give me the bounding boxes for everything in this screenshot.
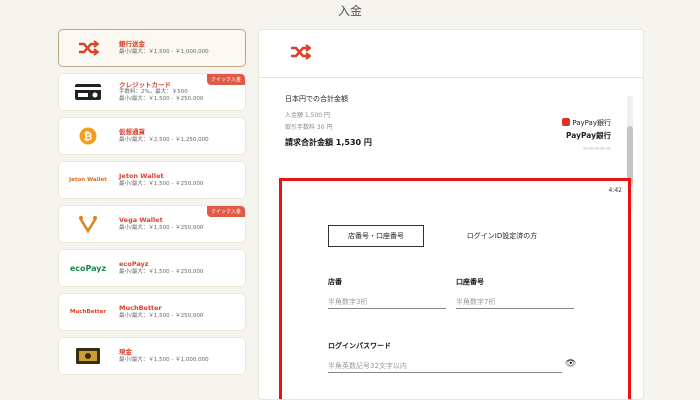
- method-fee: 手数料：2%，最大：￥500: [119, 89, 188, 96]
- method-limits: 最小/最大：￥1,500 - ￥250,000: [119, 312, 204, 319]
- method-bank-transfer[interactable]: 銀行送金 最小/最大：￥1,500 - ￥1,000,000: [58, 29, 246, 67]
- bitcoin-icon: ₿: [65, 123, 111, 149]
- branch-label: 店番: [328, 278, 342, 286]
- method-limits: 最小/最大：￥1,500 - ￥250,000: [119, 224, 204, 231]
- muchbetter-logo: MuchBetter: [65, 299, 111, 325]
- cash-icon: [65, 343, 111, 369]
- shuffle-icon: [65, 35, 111, 61]
- method-limits: 最小/最大：￥1,500 - ￥250,000: [119, 180, 204, 187]
- method-name: Jeton Wallet: [119, 171, 164, 180]
- eye-icon[interactable]: 👁: [565, 359, 576, 369]
- method-crypto[interactable]: ₿ 仮想通貨 最小/最大：￥2,500 - ￥1,250,000: [58, 117, 246, 155]
- method-limits: 最小/最大：￥1,500 - ￥1,000,000: [119, 48, 209, 55]
- method-name: MuchBetter: [119, 303, 162, 312]
- method-jeton-wallet[interactable]: Jeton Wallet Jeton Wallet 最小/最大：￥1,500 -…: [58, 161, 246, 199]
- method-name: 銀行送金: [119, 39, 145, 48]
- method-muchbetter[interactable]: MuchBetter MuchBetter 最小/最大：￥1,500 - ￥25…: [58, 293, 246, 331]
- credit-card-icon: [65, 79, 111, 105]
- summary-heading: 日本円での合計金額: [285, 95, 348, 103]
- password-input[interactable]: [328, 359, 562, 373]
- method-credit-card[interactable]: クイック入金 クレジットカード 手数料：2%，最大：￥500 最小/最大：￥1,…: [58, 73, 246, 111]
- svg-text:₿: ₿: [84, 130, 93, 143]
- quick-deposit-badge: クイック入金: [206, 74, 245, 85]
- paypay-brand: PayPay: [572, 119, 597, 127]
- paypay-brand-suffix: 銀行: [597, 119, 611, 127]
- scrollbar-thumb[interactable]: [627, 126, 633, 186]
- method-cash[interactable]: 現金 最小/最大：￥1,500 - ￥1,000,000: [58, 337, 246, 375]
- bank-name: PayPay銀行: [565, 131, 611, 140]
- jeton-logo-text: Jeton Wallet: [69, 177, 107, 183]
- account-number-label: 口座番号: [456, 278, 484, 286]
- amount-summary: 日本円での合計金額 入金額 1,500 円 取引手数料 30 円 請求合計金額 …: [285, 94, 625, 178]
- session-timer: 4:42: [608, 187, 622, 194]
- method-ecopayz[interactable]: ecoPayz ecoPayz 最小/最大：￥1,500 - ￥250,000: [58, 249, 246, 287]
- method-limits: 最小/最大：￥2,500 - ￥1,250,000: [119, 136, 209, 143]
- login-tabs: 店番号・口座番号 ログインID設定済の方: [328, 225, 552, 247]
- paypay-bank-info: PayPay銀行 PayPay銀行 ▬▬▬▬▬: [562, 118, 611, 152]
- payment-method-list: 銀行送金 最小/最大：￥1,500 - ￥1,000,000 クイック入金 クレ…: [58, 29, 246, 400]
- tab-login-id[interactable]: ログインID設定済の方: [452, 225, 552, 247]
- branch-input[interactable]: [328, 295, 446, 309]
- shuffle-icon: [289, 44, 312, 64]
- method-name: 仮想通貨: [119, 127, 145, 136]
- quick-deposit-badge: クイック入金: [206, 206, 245, 217]
- muchbetter-logo-text: MuchBetter: [69, 309, 107, 315]
- method-name: Vega Wallet: [119, 215, 163, 224]
- vega-logo: [65, 211, 111, 237]
- tab-branch-account[interactable]: 店番号・口座番号: [328, 225, 424, 247]
- method-limits: 最小/最大：￥1,500 - ￥1,000,000: [119, 356, 209, 363]
- bank-login-frame: 4:42 店番号・口座番号 ログインID設定済の方 店番 口座番号 ログインパス…: [279, 178, 631, 399]
- paypay-logo: PayPay銀行: [562, 118, 611, 128]
- method-limits: 最小/最大：￥1,500 - ￥250,000: [119, 95, 204, 102]
- ecopayz-logo: ecoPayz: [65, 255, 111, 281]
- panel-header: [259, 30, 643, 78]
- deposit-panel: 日本円での合計金額 入金額 1,500 円 取引手数料 30 円 請求合計金額 …: [258, 29, 644, 400]
- page-title: 入金: [337, 4, 362, 18]
- method-limits: 最小/最大：￥1,500 - ￥250,000: [119, 268, 204, 275]
- method-name: ecoPayz: [119, 259, 149, 268]
- jeton-logo: Jeton Wallet: [65, 167, 111, 193]
- password-label: ログインパスワード: [328, 342, 391, 350]
- method-vega-wallet[interactable]: クイック入金 Vega Wallet 最小/最大：￥1,500 - ￥250,0…: [58, 205, 246, 243]
- method-name: 現金: [119, 347, 132, 356]
- account-number-input[interactable]: [456, 295, 574, 309]
- blurred-account-info: ▬▬▬▬▬: [582, 145, 611, 152]
- ecopayz-logo-text: ecoPayz: [69, 263, 107, 273]
